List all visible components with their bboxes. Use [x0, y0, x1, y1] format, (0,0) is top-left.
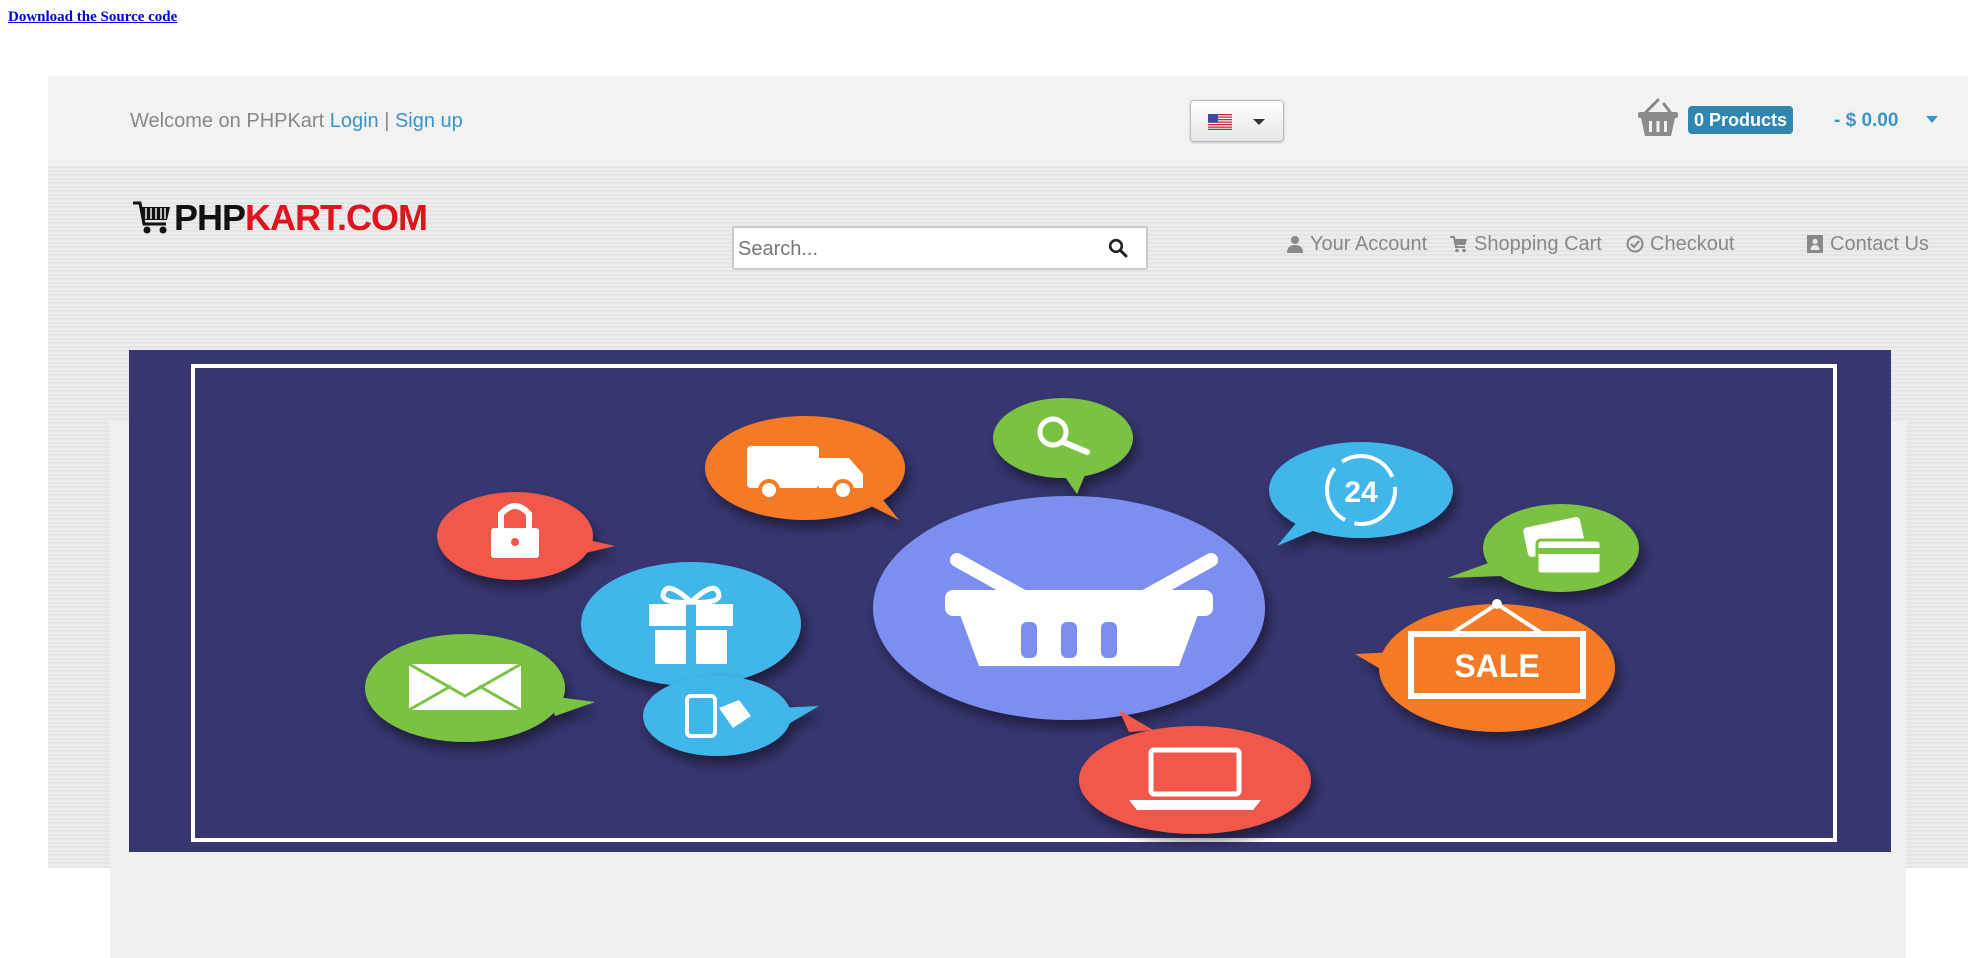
cart-total[interactable]: - $ 0.00 — [1834, 110, 1898, 132]
welcome-text: Welcome on PHPKart — [130, 110, 330, 132]
laptop-icon — [1079, 710, 1311, 834]
contact-book-icon — [1807, 235, 1823, 253]
cart-products-badge[interactable]: 0 Products — [1688, 106, 1794, 134]
cart-icon — [1450, 236, 1467, 253]
nav-label: Your Account — [1310, 233, 1428, 255]
nav-label: Checkout — [1650, 233, 1735, 255]
login-signup-separator: | — [378, 110, 395, 132]
support-hours-text: 24 — [1344, 476, 1378, 509]
nav-label: Contact Us — [1830, 233, 1929, 255]
logo-text-kart: KART.COM — [245, 197, 428, 238]
sale-text: SALE — [1454, 648, 1539, 684]
logo-text-php: PHP — [174, 197, 246, 238]
magnifier-icon — [993, 398, 1133, 494]
search-icon[interactable] — [1108, 238, 1128, 258]
gift-icon — [581, 562, 801, 686]
check-circle-icon — [1626, 235, 1644, 253]
basket-icon — [1638, 98, 1678, 136]
hero-banner: 24 SALE — [129, 350, 1891, 852]
welcome-message: Welcome on PHPKart Login | Sign up — [130, 110, 463, 133]
user-icon — [1287, 236, 1303, 253]
envelope-icon — [365, 634, 595, 742]
support-24-icon: 24 — [1269, 442, 1453, 546]
shopping-cart-icon — [133, 201, 170, 234]
top-bar: Welcome on PHPKart Login | Sign up 0 Pro… — [48, 76, 1968, 166]
ecommerce-illustration: 24 SALE — [191, 364, 1837, 842]
site-logo[interactable]: PHPKART.COM — [132, 198, 432, 238]
chevron-down-icon — [1253, 119, 1265, 125]
credit-card-icon — [1447, 504, 1639, 592]
nav-label: Shopping Cart — [1474, 233, 1602, 255]
logo-text: PHPKART.COM — [174, 197, 428, 238]
login-link[interactable]: Login — [330, 110, 379, 132]
search-input[interactable] — [736, 230, 1100, 268]
cart-caret-down-icon[interactable] — [1926, 116, 1938, 123]
search-form — [732, 226, 1148, 270]
signup-link[interactable]: Sign up — [395, 110, 463, 132]
sale-sign-icon: SALE — [1355, 599, 1615, 732]
us-flag-icon — [1208, 114, 1232, 130]
truck-icon — [705, 416, 905, 520]
basket-icon — [873, 496, 1265, 720]
mobile-payment-icon — [643, 676, 819, 756]
download-source-link[interactable]: Download the Source code — [8, 9, 177, 26]
page-wrapper: Welcome on PHPKart Login | Sign up 0 Pro… — [48, 76, 1968, 958]
language-dropdown[interactable] — [1190, 100, 1284, 142]
lock-icon — [437, 492, 615, 580]
